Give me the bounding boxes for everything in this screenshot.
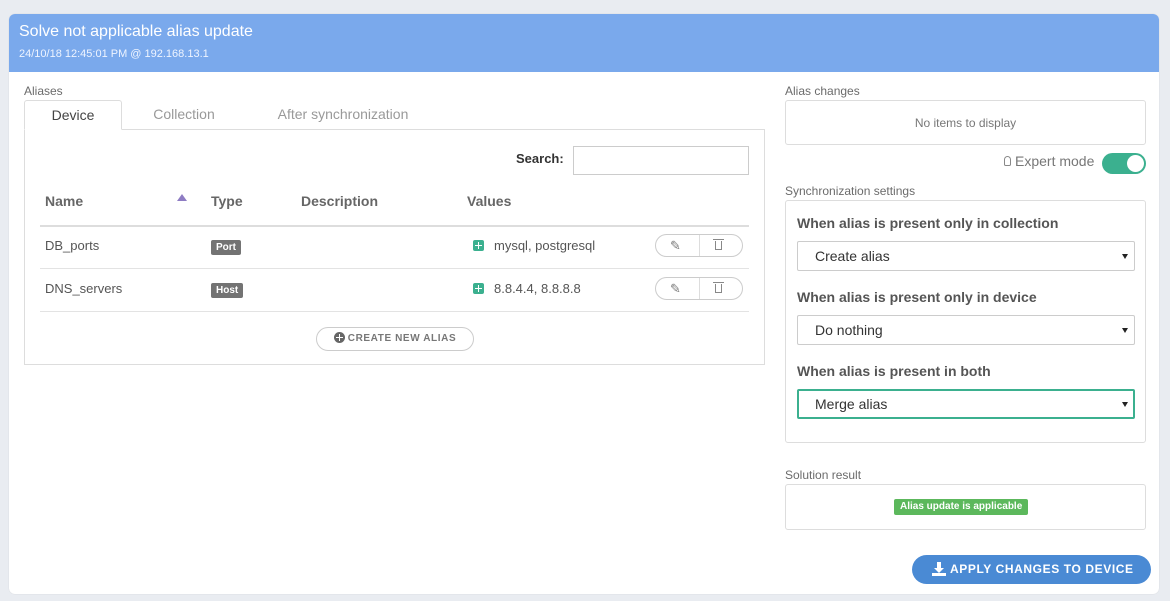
expert-mode-toggle[interactable] [1102, 153, 1146, 174]
dialog-subtitle: 24/10/18 12:45:01 PM @ 192.168.13.1 [19, 48, 209, 60]
toggle-knob [1127, 155, 1144, 172]
caret-down-icon [1122, 328, 1128, 333]
column-header-values[interactable]: Values [467, 193, 511, 209]
alias-values: 8.8.4.4, 8.8.8.8 [494, 281, 581, 296]
alias-type-badge: Host [211, 283, 244, 298]
rule-label-both: When alias is present in both [797, 363, 991, 379]
alias-name: DNS_servers [45, 281, 123, 296]
dialog-panel: Solve not applicable alias update 24/10/… [9, 14, 1159, 594]
row-actions: ✎ [655, 234, 743, 257]
tab-device[interactable]: Device [24, 100, 122, 130]
rule-select-device[interactable]: Do nothing [797, 315, 1135, 345]
column-header-description[interactable]: Description [301, 193, 378, 209]
rule-select-collection[interactable]: Create alias [797, 241, 1135, 271]
button-divider [699, 235, 700, 256]
select-value: Create alias [815, 248, 890, 264]
tab-collection[interactable]: Collection [132, 100, 236, 130]
aliases-label: Aliases [24, 84, 63, 98]
select-value: Do nothing [815, 322, 883, 338]
lightbulb-icon [1004, 156, 1011, 166]
status-badge: Alias update is applicable [894, 499, 1029, 515]
create-new-alias-button[interactable]: CREATE NEW ALIAS [316, 327, 474, 351]
alias-name: DB_ports [45, 238, 100, 253]
alias-changes-box: No items to display [785, 100, 1146, 145]
tab-after-synchronization[interactable]: After synchronization [259, 100, 427, 130]
caret-down-icon [1122, 254, 1128, 259]
expert-mode-label: Expert mode [1015, 153, 1095, 169]
rule-label-collection: When alias is present only in collection [797, 215, 1059, 231]
column-header-name[interactable]: Name [45, 193, 83, 209]
sync-settings-label: Synchronization settings [785, 184, 916, 198]
expand-plus-icon[interactable] [473, 283, 484, 294]
sync-settings-box: When alias is present only in collection… [785, 200, 1146, 443]
alias-values: mysql, postgresql [494, 238, 596, 253]
delete-trash-icon[interactable] [713, 282, 724, 294]
table-header-divider [40, 225, 749, 227]
plus-circle-icon [333, 332, 345, 343]
column-header-type[interactable]: Type [211, 193, 243, 209]
rule-select-both[interactable]: Merge alias [797, 389, 1135, 419]
dialog-title: Solve not applicable alias update [19, 23, 253, 40]
expand-plus-icon[interactable] [473, 240, 484, 251]
empty-state-text: No items to display [914, 116, 1017, 130]
search-label: Search: [516, 151, 564, 166]
select-value: Merge alias [815, 396, 888, 412]
edit-pencil-icon[interactable]: ✎ [670, 237, 681, 254]
apply-changes-button[interactable]: APPLY CHANGES TO DEVICE [912, 555, 1151, 584]
button-divider [699, 278, 700, 299]
alias-type-badge: Port [211, 240, 241, 255]
alias-changes-label: Alias changes [785, 84, 860, 98]
row-divider [40, 268, 749, 269]
solution-result-label: Solution result [785, 468, 862, 482]
row-divider [40, 311, 749, 312]
sort-ascending-icon[interactable] [177, 194, 187, 201]
edit-pencil-icon[interactable]: ✎ [670, 280, 681, 297]
aliases-tab-content: Search: Name Type Description Values DB_… [24, 129, 765, 365]
delete-trash-icon[interactable] [713, 239, 724, 251]
apply-changes-label: APPLY CHANGES TO DEVICE [950, 562, 1134, 576]
caret-down-icon [1122, 402, 1128, 407]
download-icon [932, 562, 946, 576]
row-actions: ✎ [655, 277, 743, 300]
search-input[interactable] [573, 146, 749, 175]
rule-label-device: When alias is present only in device [797, 289, 1037, 305]
create-new-alias-label: CREATE NEW ALIAS [347, 333, 457, 344]
dialog-header: Solve not applicable alias update 24/10/… [9, 14, 1159, 72]
